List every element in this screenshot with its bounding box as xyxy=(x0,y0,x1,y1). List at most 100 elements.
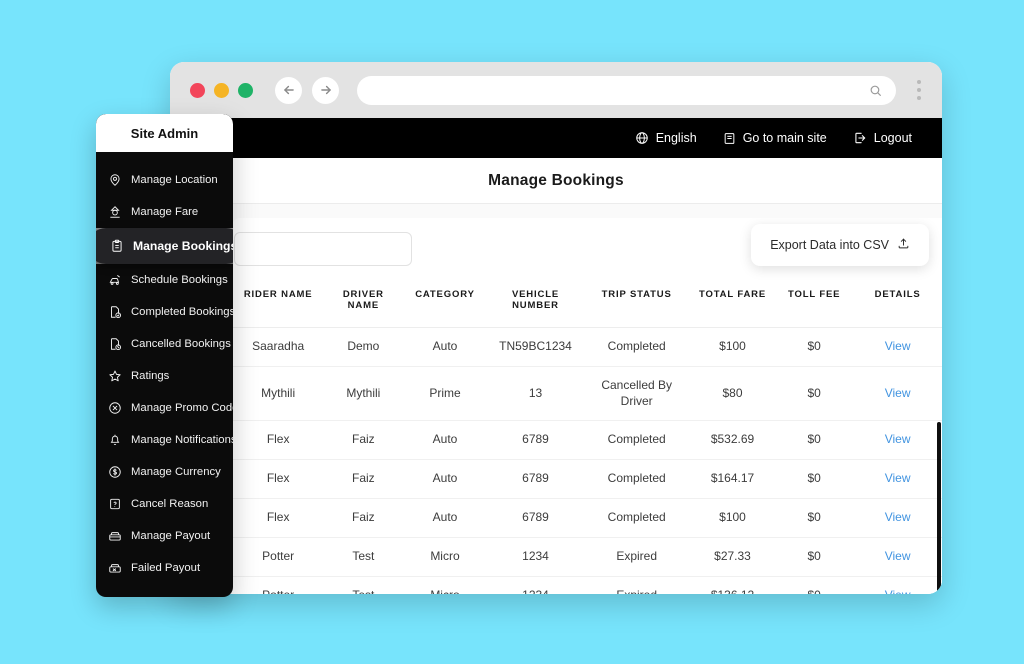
cell-driver-name: Demo xyxy=(324,327,403,367)
cell-category: Auto xyxy=(402,420,488,461)
table-row: Flex Faiz Auto 6789 Completed $164.17 $0 View xyxy=(232,459,942,500)
sidebar-item-cancel-reason[interactable]: Cancel Reason xyxy=(96,488,233,520)
kebab-menu-icon[interactable] xyxy=(910,75,928,105)
table-toolbar: Export Data into CSV xyxy=(232,218,942,280)
url-input[interactable] xyxy=(371,83,869,97)
cell-toll-fee: $0 xyxy=(775,327,854,367)
forward-button[interactable] xyxy=(312,76,339,104)
minimize-window-button[interactable] xyxy=(214,82,229,98)
view-details-link[interactable]: View xyxy=(885,510,911,524)
admin-sidebar: Site Admin Manage Location Manage Fare Man… xyxy=(96,114,233,597)
sidebar-item-label: Schedule Bookings xyxy=(131,274,228,286)
cell-toll-fee: $0 xyxy=(775,420,854,461)
cell-total-fare: $80 xyxy=(689,366,776,422)
view-details-link[interactable]: View xyxy=(885,339,911,353)
view-details-link[interactable]: View xyxy=(885,386,911,400)
cell-details: View xyxy=(853,420,942,461)
cell-category: Micro xyxy=(402,576,488,594)
sidebar-item-manage-location[interactable]: Manage Location xyxy=(96,164,233,196)
sidebar-item-manage-notifications[interactable]: Manage Notifications xyxy=(96,424,233,456)
sidebar-item-cancelled-bookings[interactable]: Cancelled Bookings xyxy=(96,328,233,360)
document-check-icon xyxy=(108,305,122,319)
bookings-table: RIDER NAME DRIVER NAME CATEGORY VEHICLE … xyxy=(232,280,942,594)
cell-toll-fee: $0 xyxy=(775,576,854,594)
cell-driver-name: Faiz xyxy=(324,459,403,500)
sidebar-item-label: Manage Payout xyxy=(131,530,211,542)
app-top-navigation: English Go to main site Logout xyxy=(170,118,942,158)
sidebar-item-manage-bookings[interactable]: Manage Bookings xyxy=(96,228,233,264)
cell-toll-fee: $0 xyxy=(775,537,854,577)
export-csv-button[interactable]: Export Data into CSV xyxy=(751,224,929,266)
cell-trip-status: Completed xyxy=(583,420,690,461)
cell-driver-name: Test xyxy=(324,576,403,594)
cell-vehicle-number: 13 xyxy=(487,366,584,422)
upload-icon xyxy=(897,237,910,253)
column-header-total-fare[interactable]: TOTAL FARE xyxy=(689,280,776,328)
cell-driver-name: Mythili xyxy=(324,366,403,422)
sidebar-item-manage-payout[interactable]: Manage Payout xyxy=(96,520,233,552)
logout-label: Logout xyxy=(873,131,912,145)
promo-tag-icon xyxy=(108,401,122,415)
table-vertical-scrollbar[interactable] xyxy=(937,422,941,594)
column-header-details[interactable]: DETAILS xyxy=(853,280,942,328)
cell-category: Auto xyxy=(402,327,488,367)
sidebar-item-schedule-bookings[interactable]: Schedule Bookings xyxy=(96,264,233,296)
cell-driver-name: Faiz xyxy=(324,420,403,461)
cell-rider-name: Flex xyxy=(232,498,325,538)
fare-icon xyxy=(108,205,122,219)
logout-button[interactable]: Logout xyxy=(853,131,912,145)
globe-icon xyxy=(635,131,649,145)
search-input[interactable] xyxy=(234,232,412,266)
cell-driver-name: Test xyxy=(324,537,403,577)
sidebar-item-label: Cancel Reason xyxy=(131,498,209,510)
column-header-category[interactable]: CATEGORY xyxy=(402,280,488,328)
view-details-link[interactable]: View xyxy=(885,588,911,594)
go-to-main-site-label: Go to main site xyxy=(742,131,827,145)
table-row: Saaradha Demo Auto TN59BC1234 Completed $100 $… xyxy=(232,327,942,367)
column-header-toll-fee[interactable]: TOLL FEE xyxy=(775,280,854,328)
cell-category: Auto xyxy=(402,498,488,538)
content-area: Export Data into CSV RIDER NAME DRIVER N… xyxy=(170,204,942,594)
window-controls xyxy=(190,82,253,98)
column-header-rider-name[interactable]: RIDER NAME xyxy=(232,280,325,328)
cell-total-fare: $136.12 xyxy=(689,576,776,594)
note-question-icon xyxy=(108,497,122,511)
sidebar-item-manage-promo-code[interactable]: Manage Promo Code xyxy=(96,392,233,424)
go-to-main-site-link[interactable]: Go to main site xyxy=(723,131,827,145)
cell-details: View xyxy=(853,498,942,538)
sidebar-item-completed-bookings[interactable]: Completed Bookings xyxy=(96,296,233,328)
table-header: RIDER NAME DRIVER NAME CATEGORY VEHICLE … xyxy=(232,280,942,328)
table-row: Flex Faiz Auto 6789 Completed $100 $0 View xyxy=(232,498,942,538)
browser-window: English Go to main site Logout Manage Bo… xyxy=(170,62,942,594)
table-row: PotterTestMicro1234Expired$136.12$0 View xyxy=(232,576,942,594)
column-header-vehicle-number[interactable]: VEHICLE NUMBER xyxy=(487,280,584,328)
view-details-link[interactable]: View xyxy=(885,471,911,485)
cell-trip-status: Expired xyxy=(583,576,690,594)
cell-details: View xyxy=(853,459,942,500)
column-header-driver-name[interactable]: DRIVER NAME xyxy=(324,280,403,328)
language-selector[interactable]: English xyxy=(635,131,697,145)
close-window-button[interactable] xyxy=(190,82,205,98)
star-icon xyxy=(108,369,122,383)
address-bar[interactable] xyxy=(357,75,896,105)
cell-vehicle-number: 6789 xyxy=(487,459,584,500)
cell-trip-status: Cancelled By Driver xyxy=(583,366,690,422)
view-details-link[interactable]: View xyxy=(885,549,911,563)
column-header-trip-status[interactable]: TRIP STATUS xyxy=(583,280,690,328)
sidebar-header: Site Admin xyxy=(96,114,233,152)
back-button[interactable] xyxy=(275,76,302,104)
failed-payout-icon xyxy=(108,561,122,575)
sidebar-item-label: Ratings xyxy=(131,370,170,382)
sidebar-item-clipped[interactable] xyxy=(96,152,233,164)
sidebar-item-manage-fare[interactable]: Manage Fare xyxy=(96,196,233,228)
cell-total-fare: $164.17 xyxy=(689,459,776,500)
cell-category: Prime xyxy=(402,366,488,422)
sidebar-item-failed-payout[interactable]: Failed Payout xyxy=(96,552,233,584)
sidebar-item-ratings[interactable]: Ratings xyxy=(96,360,233,392)
sidebar-item-label: Manage Fare xyxy=(131,206,199,218)
maximize-window-button[interactable] xyxy=(238,82,253,98)
view-details-link[interactable]: View xyxy=(885,432,911,446)
cell-vehicle-number: 1234 xyxy=(487,576,584,594)
sidebar-item-manage-currency[interactable]: Manage Currency xyxy=(96,456,233,488)
cell-total-fare: $532.69 xyxy=(689,420,776,461)
